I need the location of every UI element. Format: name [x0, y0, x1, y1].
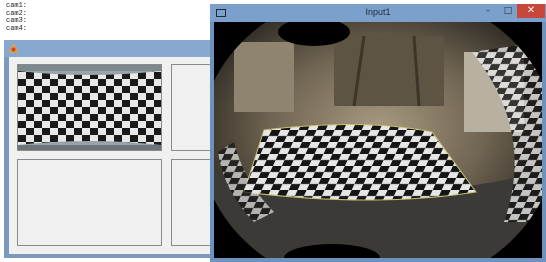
- camera-panel-3: [17, 159, 162, 246]
- title-bar[interactable]: [4, 40, 210, 57]
- fisheye-camera-view: [214, 22, 542, 258]
- window-client-area: [9, 57, 231, 254]
- console-line: cam4:: [6, 24, 28, 33]
- console-output: cam1: cam2: cam3: cam4:: [6, 2, 28, 33]
- camera-grid-window[interactable]: [4, 40, 231, 258]
- camera-panel-1: [17, 64, 162, 151]
- checkerboard-preview-image: [18, 65, 161, 150]
- app-icon[interactable]: [8, 43, 19, 54]
- minimize-button[interactable]: –: [478, 4, 498, 18]
- fisheye-camera-image: [214, 22, 542, 258]
- title-bar[interactable]: Input1 – □ ✕: [210, 4, 546, 22]
- maximize-button[interactable]: □: [498, 4, 518, 18]
- close-button[interactable]: ✕: [517, 4, 545, 18]
- input-window[interactable]: Input1 – □ ✕: [210, 4, 546, 262]
